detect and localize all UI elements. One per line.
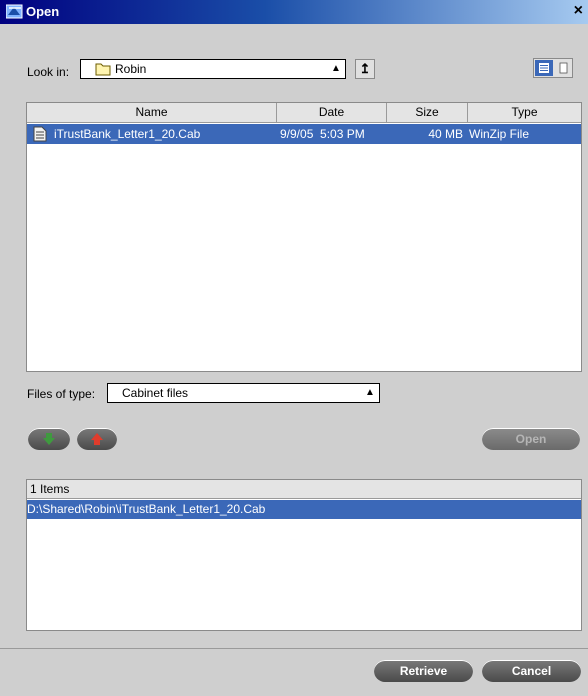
add-button[interactable] — [28, 428, 70, 450]
details-view-icon — [559, 62, 568, 74]
app-logo-icon — [6, 4, 23, 19]
up-folder-icon: ↥ — [359, 61, 371, 76]
open-button-label: Open — [515, 432, 547, 446]
close-icon[interactable]: × — [574, 2, 583, 20]
title-bar: Open × — [0, 0, 588, 24]
window-title: Open — [26, 4, 60, 19]
column-header-name[interactable]: Name — [27, 103, 277, 123]
look-in-value: Robin — [115, 62, 147, 76]
items-header: 1 Items — [27, 480, 581, 499]
details-view-button[interactable] — [554, 60, 572, 76]
up-arrow-icon — [91, 433, 103, 445]
footer-divider — [0, 648, 588, 649]
cancel-button[interactable]: Cancel — [482, 660, 581, 682]
files-of-type-combo[interactable]: Cabinet files ▲ — [107, 383, 380, 403]
cancel-button-label: Cancel — [511, 664, 552, 678]
up-folder-button[interactable]: ↥ — [355, 59, 375, 79]
remove-button[interactable] — [77, 428, 117, 450]
down-arrow-icon — [43, 433, 55, 445]
retrieve-button[interactable]: Retrieve — [374, 660, 473, 682]
item-path: D:\Shared\Robin\iTrustBank_Letter1_20.Ca… — [27, 502, 266, 516]
list-item[interactable]: D:\Shared\Robin\iTrustBank_Letter1_20.Ca… — [27, 500, 581, 519]
combo-arrow-icon: ▲ — [365, 387, 375, 398]
list-view-button[interactable] — [535, 60, 553, 76]
items-list: 1 Items D:\Shared\Robin\iTrustBank_Lette… — [26, 479, 582, 631]
retrieve-button-label: Retrieve — [399, 664, 448, 678]
file-list: Name Date Size Type iTrustBank_Letter1_2… — [26, 102, 582, 372]
file-size: 40 MB — [428, 127, 463, 141]
files-of-type-value: Cabinet files — [122, 386, 189, 400]
column-header-size[interactable]: Size — [387, 103, 468, 123]
items-count: 1 Items — [30, 482, 70, 496]
look-in-combo[interactable]: Robin ▲ — [80, 59, 346, 79]
list-view-icon — [539, 63, 549, 73]
file-type: WinZip File — [469, 127, 530, 141]
look-in-label: Look in: — [27, 65, 70, 79]
column-header-type[interactable]: Type — [468, 103, 581, 123]
file-row[interactable]: iTrustBank_Letter1_20.Cab 9/9/05 5:03 PM… — [27, 124, 581, 144]
file-icon — [33, 126, 47, 142]
column-header-date[interactable]: Date — [277, 103, 387, 123]
view-toggle — [533, 58, 573, 78]
files-of-type-label: Files of type: — [27, 387, 96, 401]
open-dialog: Open × Look in: Robin ▲ ↥ Name Date Size… — [0, 0, 588, 696]
file-name: iTrustBank_Letter1_20.Cab — [54, 127, 201, 141]
combo-arrow-icon: ▲ — [331, 63, 341, 74]
folder-icon — [95, 63, 111, 76]
open-button[interactable]: Open — [482, 428, 580, 450]
file-date: 9/9/05 5:03 PM — [280, 127, 365, 141]
